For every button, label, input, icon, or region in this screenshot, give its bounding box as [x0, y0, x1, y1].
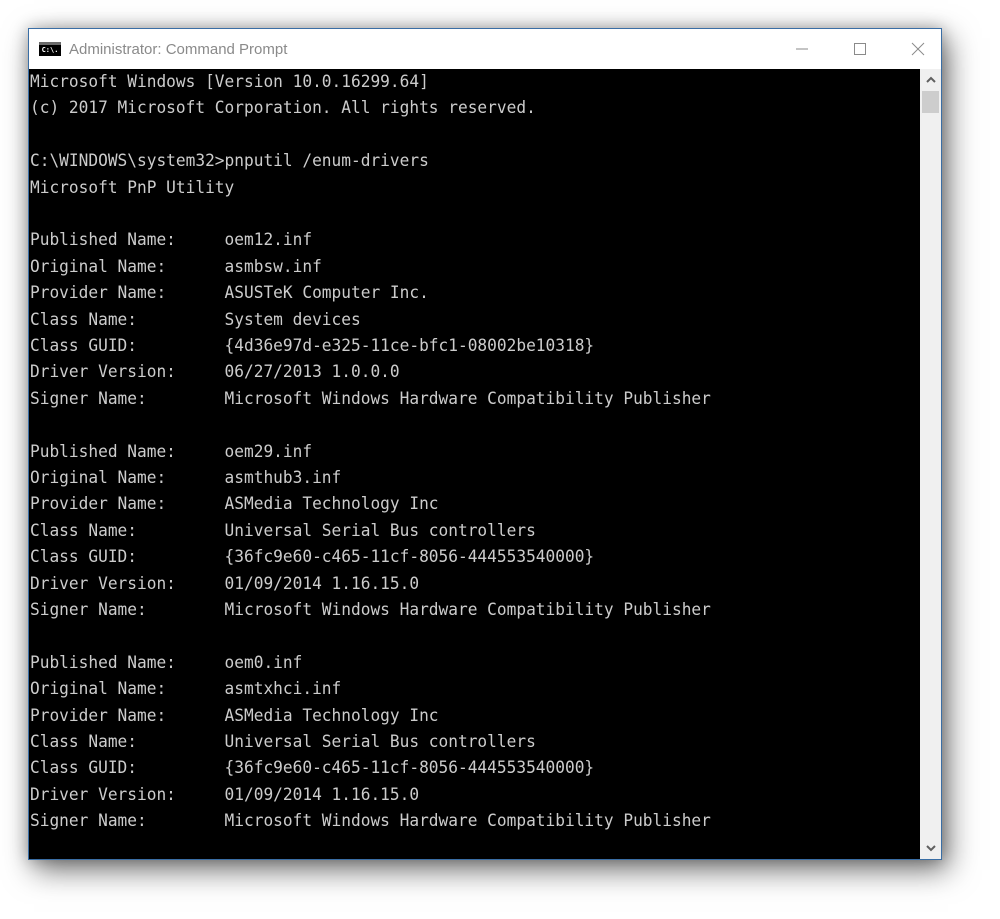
console-line: Signer Name: Microsoft Windows Hardware … [30, 388, 711, 409]
console-line: (c) 2017 Microsoft Corporation. All righ… [30, 98, 536, 119]
console-line: Signer Name: Microsoft Windows Hardware … [30, 811, 711, 832]
console-line: Microsoft PnP Utility [30, 177, 235, 198]
scroll-down-arrow-icon [925, 845, 936, 852]
close-icon [911, 42, 925, 56]
console-line: Signer Name: Microsoft Windows Hardware … [30, 600, 711, 620]
console-line: Driver Version: 06/27/2013 1.0.0.0 [30, 362, 400, 383]
maximize-button[interactable] [837, 29, 883, 69]
console-line: C:\WINDOWS\system32>pnputil /enum-driver… [30, 151, 429, 172]
cmd-icon-glyph: C:\. [41, 46, 59, 54]
console-line: Class Name: Universal Serial Bus control… [30, 732, 536, 752]
console-line: Original Name: asmbsw.inf [30, 256, 322, 277]
scroll-down-button[interactable] [920, 837, 941, 859]
console-line: Class GUID: {36fc9e60-c465-11cf-8056-444… [30, 547, 595, 568]
console-line: Provider Name: ASMedia Technology Inc [30, 494, 439, 515]
scroll-up-arrow-icon [925, 76, 936, 83]
console-line: Class GUID: {36fc9e60-c465-11cf-8056-444… [30, 758, 595, 779]
cmd-icon: C:\. [39, 42, 61, 56]
console-line: Original Name: asmthub3.inf [30, 468, 342, 488]
console-line: Original Name: asmtxhci.inf [30, 679, 342, 700]
console-line: Provider Name: ASUSTeK Computer Inc. [30, 283, 429, 304]
window-title: Administrator: Command Prompt [69, 40, 288, 58]
maximize-icon [854, 43, 866, 55]
console-line: Class GUID: {4d36e97d-e325-11ce-bfc1-080… [30, 336, 595, 356]
command-prompt-window: C:\. Administrator: Command Prompt Micro… [28, 28, 942, 860]
console-line: Class Name: Universal Serial Bus control… [30, 520, 536, 541]
close-button[interactable] [895, 29, 941, 69]
console-line: Published Name: oem12.inf [30, 230, 313, 251]
console-line: Driver Version: 01/09/2014 1.16.15.0 [30, 784, 420, 805]
console-line: Microsoft Windows [Version 10.0.16299.64… [30, 72, 429, 92]
minimize-icon [796, 48, 808, 50]
console-line: Published Name: oem29.inf [30, 441, 313, 462]
scroll-up-button[interactable] [920, 69, 941, 91]
window-controls [767, 29, 941, 69]
console-line: Driver Version: 01/09/2014 1.16.15.0 [30, 573, 420, 594]
scrollbar-thumb[interactable] [922, 91, 939, 113]
minimize-button[interactable] [779, 29, 825, 69]
vertical-scrollbar[interactable] [920, 69, 941, 859]
console-line: Provider Name: ASMedia Technology Inc [30, 705, 439, 726]
console-line: Published Name: oem0.inf [30, 652, 303, 673]
title-bar[interactable]: C:\. Administrator: Command Prompt [29, 29, 941, 69]
console-output[interactable]: Microsoft Windows [Version 10.0.16299.64… [29, 69, 921, 859]
console-line: Class Name: System devices [30, 309, 361, 330]
